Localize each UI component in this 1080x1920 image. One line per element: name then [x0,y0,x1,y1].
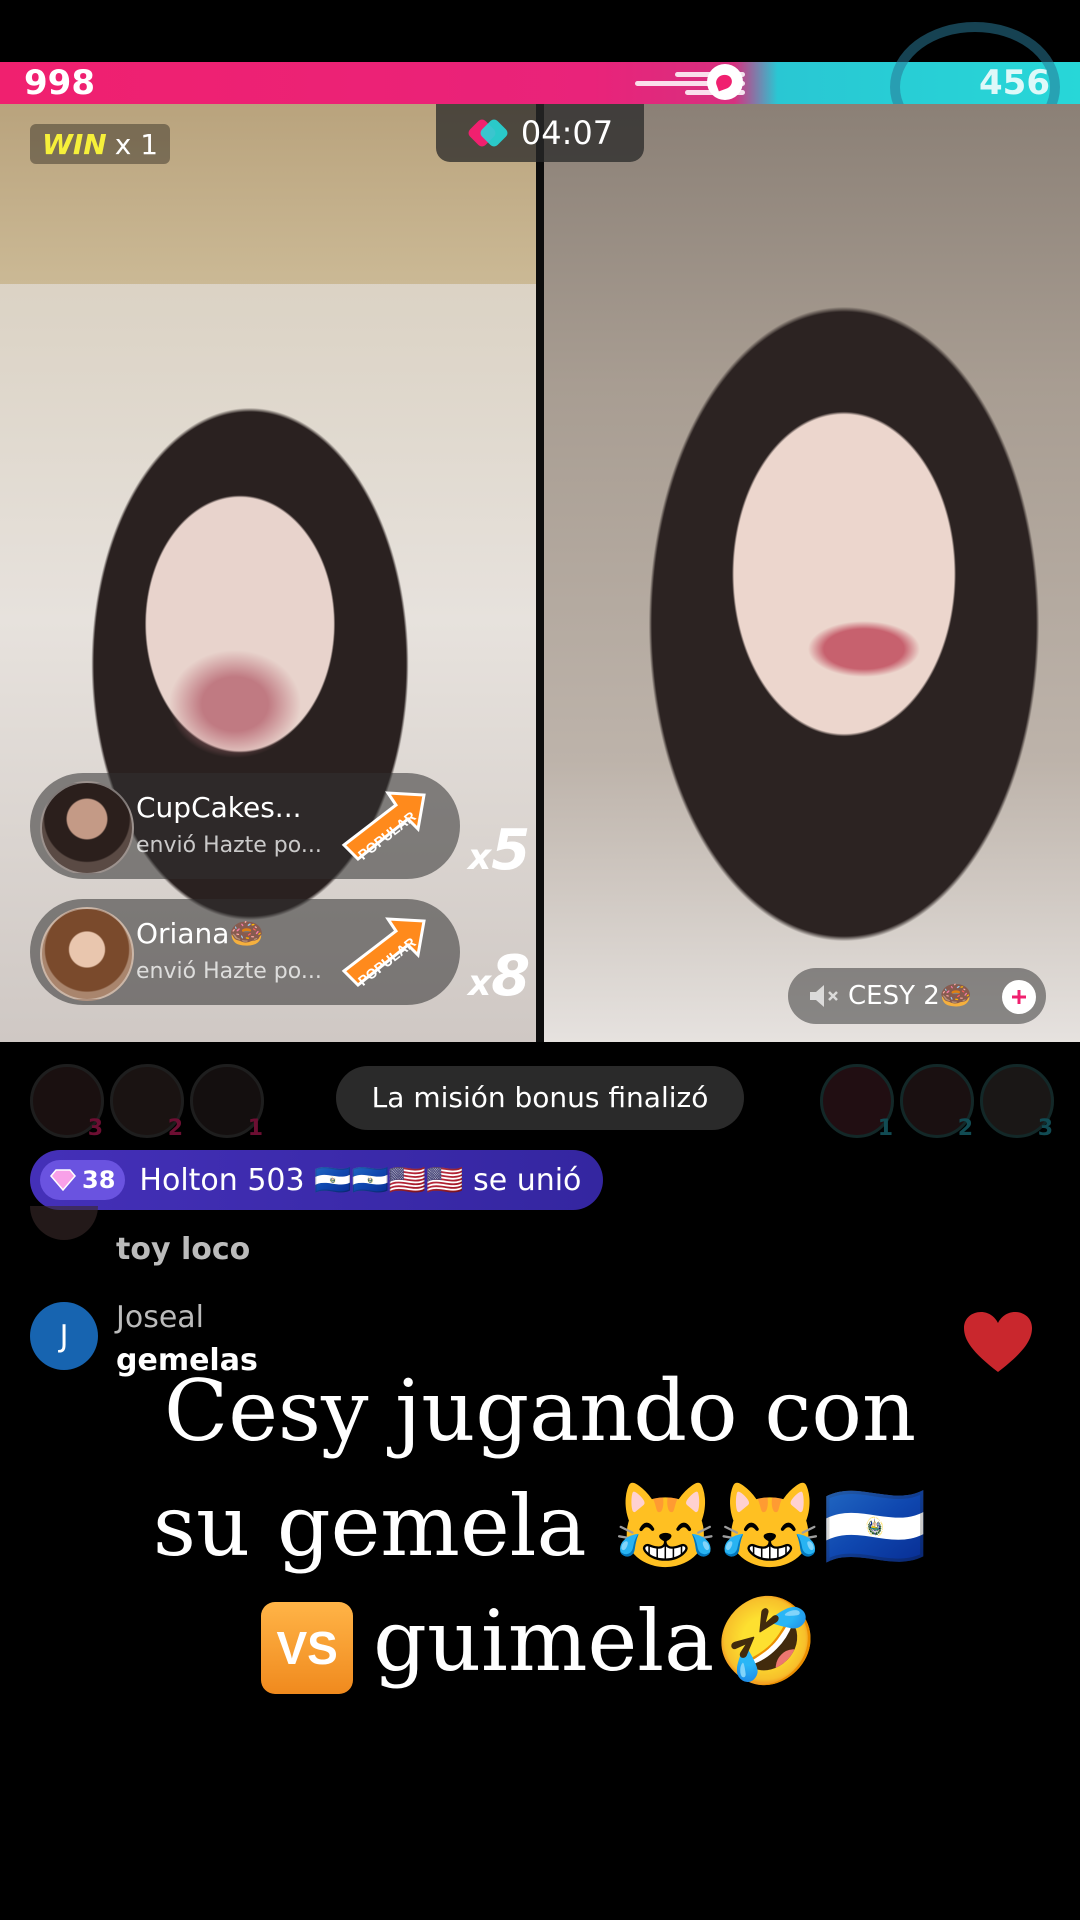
top-supporter-avatar[interactable]: 1 [190,1064,264,1141]
supporter-rank: 3 [87,1116,103,1141]
video-divider [536,104,544,1042]
guest-video-right[interactable] [544,104,1080,1042]
boxing-gloves-icon [466,117,510,149]
gift-multiplier-value: 8 [491,944,531,1009]
win-streak-badge: WIN x 1 [30,124,171,164]
top-supporter-avatar[interactable]: 2 [900,1064,974,1141]
supporter-rank: 1 [877,1116,893,1141]
win-label: WIN [42,127,107,161]
mission-status-pill: La misión bonus finalizó [336,1066,744,1130]
avatar[interactable] [40,781,134,875]
right-score: 456 [979,63,1050,103]
user-joined-banner: 38 Holton 503 🇸🇻🇸🇻🇺🇸🇺🇸 se unió [30,1150,604,1210]
supporter-rank: 2 [167,1116,183,1141]
chat-message: toy loco [116,1232,251,1267]
gift-description: envió Hazte po... [136,959,322,984]
gift-multiplier: x8 [468,944,531,1009]
gift-description: envió Hazte po... [136,833,322,858]
gift-multiplier-value: 5 [491,818,531,883]
top-supporter-avatar[interactable]: 3 [980,1064,1054,1141]
top-supporter-avatar[interactable]: 1 [820,1064,894,1141]
popular-gift-icon: POPULAR [341,791,426,863]
supporter-rank: 3 [1037,1116,1053,1141]
gift-sender-name: CupCakes... [136,791,302,824]
gift-multiplier: x5 [468,818,531,883]
popular-gift-icon: POPULAR [341,917,426,989]
avatar[interactable]: J [30,1302,98,1370]
supporter-rank: 1 [247,1116,263,1141]
avatar-initial: J [59,1318,69,1354]
gift-notification[interactable]: CupCakes... envió Hazte po... POPULAR [30,773,460,879]
chat-username: Joseal [116,1300,205,1335]
user-level-badge: 38 [40,1160,126,1200]
cohost-name: CESY 2🍩 [848,981,973,1011]
left-score: 998 [24,63,95,103]
cohost-label[interactable]: CESY 2🍩 [788,968,1046,1024]
win-count: x 1 [114,127,159,161]
diamond-icon [50,1169,76,1191]
top-supporter-avatar[interactable]: 3 [30,1064,104,1141]
battle-badge-icon [707,64,743,100]
muted-speaker-icon [810,985,838,1007]
avatar[interactable] [30,1206,98,1240]
follow-plus-button[interactable] [1002,980,1036,1014]
caption-line: VS guimela🤣 [0,1592,1080,1694]
join-text: Holton 503 🇸🇻🇸🇻🇺🇸🇺🇸 se unió [139,1162,582,1198]
vs-emoji-icon: VS [261,1602,354,1694]
timer-text: 04:07 [520,114,614,152]
user-level: 38 [82,1166,116,1194]
caption-line: su gemela 😹😹🇸🇻 [152,1477,928,1575]
supporter-rank: 2 [957,1116,973,1141]
avatar[interactable] [40,907,134,1001]
plus-icon [1012,990,1026,1004]
caption-text: guimela🤣 [373,1592,819,1690]
caption-line: Cesy jugando con [163,1362,917,1460]
gift-notification[interactable]: Oriana🍩 envió Hazte po... POPULAR [30,899,460,1005]
gift-sender-name: Oriana🍩 [136,917,265,950]
top-supporter-avatar[interactable]: 2 [110,1064,184,1141]
battle-score-bar: 998 456 [0,22,1080,152]
battle-timer: 04:07 [436,104,644,162]
